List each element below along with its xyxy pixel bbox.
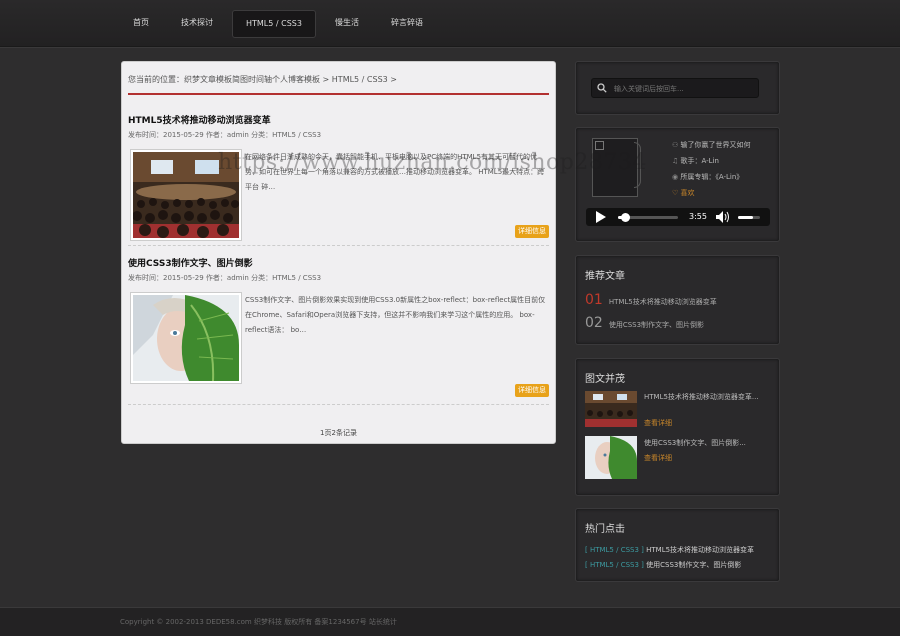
vinyl-edge-icon [634, 142, 641, 188]
recommend-item[interactable]: 01 HTML5技术将推动移动浏览器变革 [585, 292, 717, 308]
article-title[interactable]: HTML5技术将推动移动浏览器变革 [128, 113, 271, 126]
singer: ♫ 歌手：A-Lin [672, 156, 719, 166]
album: ◉ 所属专辑：《A-Lin》 [672, 172, 743, 182]
nav-html5-css3[interactable]: HTML5 / CSS3 [232, 10, 316, 38]
picks-panel: 图文并茂 HTML5技术将推动移动浏览器变革... 查看详细 使用CSS3制作文… [575, 358, 780, 496]
article-thumbnail-conference[interactable] [130, 149, 242, 241]
hot-panel: 热门点击 [ HTML5 / CSS3 ] HTML5技术将推动移动浏览器变革 … [575, 508, 780, 582]
search-box [591, 78, 759, 98]
album-cover [592, 138, 638, 197]
article-summary: CSS3制作文字、图片倒影效果实现到使用CSS3.0新属性之box-reflec… [245, 296, 546, 334]
hot-item[interactable]: [ HTML5 / CSS3 ] HTML5技术将推动移动浏览器变革 [585, 545, 754, 555]
hot-item[interactable]: [ HTML5 / CSS3 ] 使用CSS3制作文字、图片倒影 [585, 560, 741, 570]
recommend-title: 推荐文章 [585, 271, 625, 282]
search-icon [597, 83, 607, 93]
top-bar: 首页 技术探讨 HTML5 / CSS3 慢生活 碎言碎语 [0, 0, 900, 47]
hot-title: 热门点击 [585, 524, 625, 535]
article-item: HTML5技术将推动移动浏览器变革 发布时间：2015-05-29 作者：adm… [128, 113, 549, 243]
article-summary: 在网络条件日渐成熟的今天，囊括智能手机、平板电脑以及PC终端的HTML5有其无可… [245, 153, 545, 191]
mic-icon: ♫ [672, 157, 679, 165]
audio-controls: 3:55 [586, 208, 770, 226]
nav-tech[interactable]: 技术探讨 [168, 10, 226, 36]
footer: Copyright © 2002-2013 DEDE58.com 织梦科技 版权… [0, 607, 900, 636]
nav-notes[interactable]: 碎言碎语 [378, 10, 436, 36]
nav-home[interactable]: 首页 [120, 10, 162, 36]
rank-number: 02 [585, 315, 603, 331]
volume-fill [738, 216, 754, 219]
duration: 3:55 [689, 212, 707, 221]
breadcrumb-path[interactable]: 织梦文章模板简图时间轴个人博客模板 > HTML5 / CSS3 > [184, 75, 397, 84]
song-name: 输了你赢了世界又如何 [680, 141, 751, 149]
article-item: 使用CSS3制作文字、图片倒影 发布时间：2015-05-29 作者：admin… [128, 256, 549, 397]
main-nav: 首页 技术探讨 HTML5 / CSS3 慢生活 碎言碎语 [120, 10, 442, 38]
person-icon: ⚇ [672, 141, 679, 149]
music-player-panel: ⚇ 输了你赢了世界又如何 ♫ 歌手：A-Lin ◉ 所属专辑：《A-Lin》 ♡… [575, 127, 780, 242]
search-input[interactable] [612, 81, 756, 97]
article-title[interactable]: 使用CSS3制作文字、图片倒影 [128, 256, 253, 269]
breadcrumb-prefix: 您当前的位置： [128, 75, 184, 84]
article-meta: 发布时间：2015-05-29 作者：admin 分类：HTML5 / CSS3 [128, 131, 322, 139]
pick-thumbnail-conference[interactable] [585, 391, 637, 427]
progress-handle[interactable] [621, 213, 631, 222]
play-icon[interactable] [595, 211, 607, 223]
rank-number: 01 [585, 292, 603, 308]
breadcrumb: 您当前的位置：织梦文章模板简图时间轴个人博客模板 > HTML5 / CSS3 … [128, 74, 549, 85]
recommend-text: 使用CSS3制作文字、图片倒影 [608, 321, 705, 329]
read-more-button[interactable]: 详细信息 [515, 384, 549, 397]
volume-slider[interactable] [738, 216, 760, 219]
pick-item[interactable]: HTML5技术将推动移动浏览器变革... 查看详细 [585, 391, 770, 427]
like-label: 喜欢 [680, 189, 695, 197]
pick-thumbnail-face-leaf[interactable] [585, 436, 637, 479]
recommend-panel: 推荐文章 01 HTML5技术将推动移动浏览器变革 02 使用CSS3制作文字、图片… [575, 255, 780, 345]
recommend-text: HTML5技术将推动移动浏览器变革 [608, 298, 717, 306]
pick-title: HTML5技术将推动移动浏览器变革... [644, 393, 759, 401]
pick-link[interactable]: 查看详细 [644, 453, 672, 463]
breadcrumb-divider [128, 93, 549, 95]
album-name: 所属专辑：《A-Lin》 [680, 173, 744, 181]
read-more-button[interactable]: 详细信息 [515, 225, 549, 238]
pick-link[interactable]: 查看详细 [644, 418, 672, 428]
pick-item[interactable]: 使用CSS3制作文字、图片倒影... 查看详细 [585, 436, 770, 479]
article-divider [128, 245, 549, 246]
copyright-text: Copyright © 2002-2013 DEDE58.com 织梦科技 版权… [120, 618, 397, 626]
article-thumbnail-face-leaf[interactable] [130, 292, 242, 384]
article-meta: 发布时间：2015-05-29 作者：admin 分类：HTML5 / CSS3 [128, 274, 322, 282]
volume-icon[interactable] [716, 211, 730, 223]
pick-title: 使用CSS3制作文字、图片倒影... [644, 439, 746, 447]
picks-title: 图文并茂 [585, 374, 625, 385]
pagination: 1页2条记录 [320, 429, 357, 437]
like-button[interactable]: ♡ 喜欢 [672, 188, 695, 198]
hot-text[interactable]: 使用CSS3制作文字、图片倒影 [646, 561, 741, 569]
song-title: ⚇ 输了你赢了世界又如何 [672, 140, 751, 150]
search-panel [575, 61, 780, 115]
hot-category[interactable]: [ HTML5 / CSS3 ] [585, 546, 644, 554]
nav-slow-life[interactable]: 慢生活 [322, 10, 372, 36]
singer-name: 歌手：A-Lin [680, 157, 719, 165]
progress-bar[interactable] [618, 213, 678, 222]
article-divider [128, 404, 549, 405]
recommend-item[interactable]: 02 使用CSS3制作文字、图片倒影 [585, 315, 704, 331]
broken-image-icon [595, 141, 604, 150]
article-list-panel: 您当前的位置：织梦文章模板简图时间轴个人博客模板 > HTML5 / CSS3 … [121, 61, 556, 444]
hot-category[interactable]: [ HTML5 / CSS3 ] [585, 561, 644, 569]
hot-text[interactable]: HTML5技术将推动移动浏览器变革 [646, 546, 754, 554]
disc-icon: ◉ [672, 173, 679, 181]
heart-icon: ♡ [672, 189, 679, 197]
